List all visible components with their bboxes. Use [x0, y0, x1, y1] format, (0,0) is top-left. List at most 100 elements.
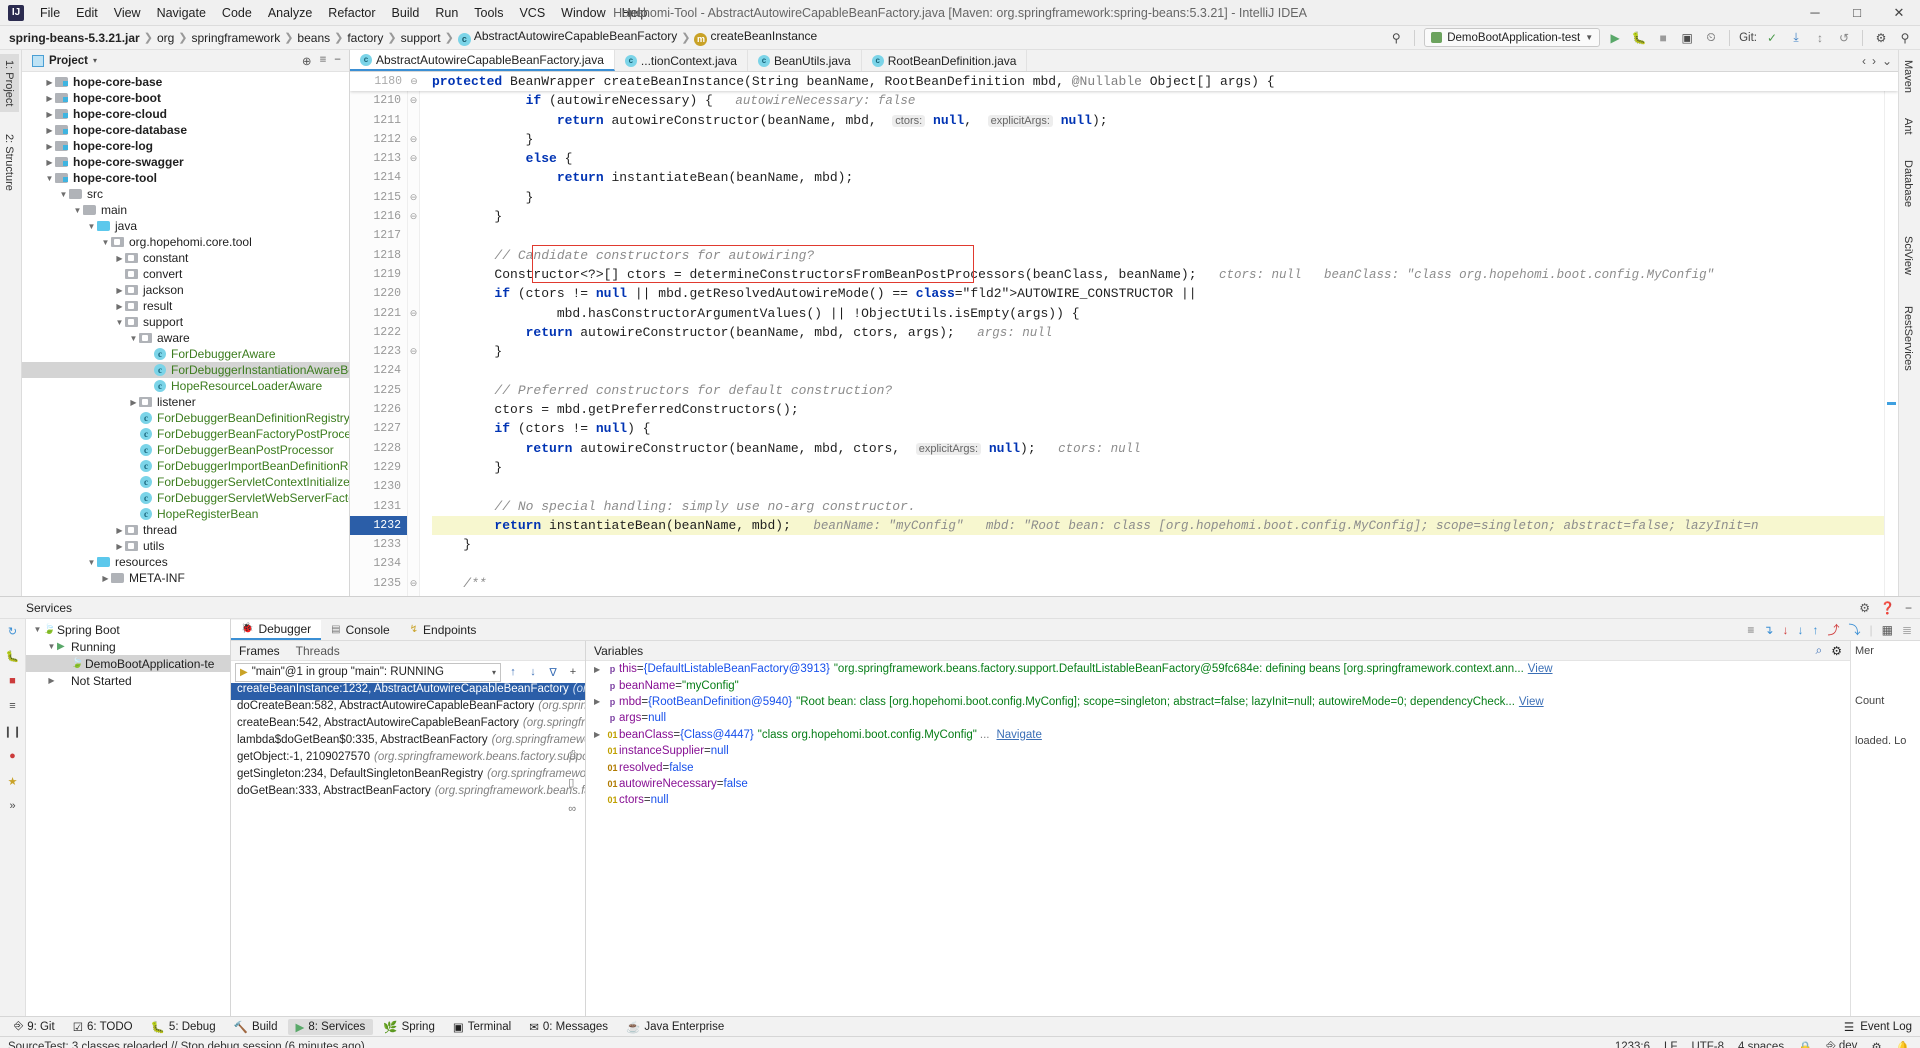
git-history-icon[interactable]: ↺ — [1835, 29, 1853, 47]
menu-code[interactable]: Code — [214, 3, 260, 23]
bottom-tab-spring[interactable]: 🌿 Spring — [375, 1019, 443, 1035]
project-tree-row[interactable]: ▼ java — [22, 218, 349, 234]
editor-tab[interactable]: c AbstractAutowireCapableBeanFactory.java — [350, 50, 615, 71]
code-line[interactable]: if (ctors != null || mbd.getResolvedAuto… — [432, 284, 1884, 303]
code-line[interactable]: if (autowireNecessary) { autowireNecessa… — [432, 91, 1884, 110]
stack-frame-row[interactable]: createBeanInstance:1232, AbstractAutowir… — [231, 683, 585, 700]
project-tree-row[interactable]: ▶ thread — [22, 522, 349, 538]
settings-icon[interactable]: ⚙ — [1872, 29, 1890, 47]
settings-icon[interactable]: ≣ — [1902, 623, 1912, 637]
indent-setting[interactable]: 4 spaces — [1738, 1041, 1784, 1048]
drop-frame-icon[interactable]: ⤴ — [1827, 621, 1839, 638]
caret-position[interactable]: 1233:6 — [1615, 1041, 1650, 1048]
frame-up-icon[interactable]: ↑ — [505, 664, 521, 680]
project-tree-row[interactable]: ▶ hope-core-boot — [22, 90, 349, 106]
menu-view[interactable]: View — [106, 3, 149, 23]
project-tree-row[interactable]: ▶ META-INF — [22, 570, 349, 586]
code-line-current[interactable]: return instantiateBean(beanName, mbd); b… — [432, 515, 1884, 536]
code-line[interactable]: // Candidate constructors for autowiring… — [432, 246, 1884, 265]
chevron-right-icon[interactable]: ▶ — [594, 730, 606, 739]
git-commit-icon[interactable]: ⤓ — [1787, 29, 1805, 47]
fold-icon[interactable]: ⊖ — [408, 574, 419, 593]
fold-icon[interactable]: ⊖ — [408, 207, 419, 226]
stack-frame-row[interactable]: getObject:-1, 2109027570 (org.springframe… — [231, 751, 585, 768]
chevron-right-icon[interactable]: ▶ — [114, 542, 125, 551]
menu-help[interactable]: Help — [614, 3, 656, 23]
variable-row[interactable]: ▶ p mbd = {RootBeanDefinition@5940} "Root b… — [586, 694, 1850, 710]
menu-edit[interactable]: Edit — [68, 3, 106, 23]
code-line[interactable]: return autowireConstructor(beanName, mbd… — [432, 111, 1884, 130]
tab-threads[interactable]: Threads — [296, 644, 340, 658]
branch-indicator[interactable]: ⎆ dev — [1826, 1040, 1857, 1048]
project-tree-row[interactable]: ▶ hope-core-cloud — [22, 106, 349, 122]
stop-icon[interactable]: ■ — [5, 673, 21, 689]
variable-row[interactable]: 01 instanceSupplier = null — [586, 743, 1850, 759]
project-tree-row[interactable]: ▼ main — [22, 202, 349, 218]
git-update-icon[interactable]: ✓ — [1763, 29, 1781, 47]
project-tree-row[interactable]: ▶ HopeRegisterBean — [22, 506, 349, 522]
line-separator[interactable]: LF — [1664, 1041, 1677, 1048]
code-line[interactable] — [432, 361, 1884, 380]
tool-window-restservices[interactable]: RestServices — [1898, 300, 1918, 377]
bottom-tab-debug[interactable]: 🐛 5: Debug — [143, 1019, 224, 1035]
variable-action-link[interactable]: View — [1519, 696, 1544, 708]
menu-vcs[interactable]: VCS — [511, 3, 553, 23]
chevron-right-icon[interactable]: ▶ — [594, 697, 606, 706]
run-configuration-selector[interactable]: DemoBootApplication-test ▼ — [1424, 28, 1601, 47]
bottom-tab-git[interactable]: ⎆ 9: Git — [6, 1019, 63, 1034]
chevron-right-icon[interactable]: ▶ — [114, 526, 125, 535]
services-tree-row[interactable]: ▶ Not Started — [26, 672, 230, 689]
breadcrumb-beans[interactable]: beans — [294, 31, 333, 45]
project-tree-row[interactable]: ▶ ForDebuggerImportBeanDefinitionRegis — [22, 458, 349, 474]
code-line[interactable] — [432, 477, 1884, 496]
project-tree-row[interactable]: ▶ ForDebuggerInstantiationAwareBeanPostP — [22, 362, 349, 378]
variable-row[interactable]: p beanName = "myConfig" — [586, 677, 1850, 693]
editor-marker-bar[interactable] — [1884, 72, 1898, 596]
chevron-right-icon[interactable]: ▶ — [128, 430, 139, 439]
search-everywhere-icon[interactable]: ⚲ — [1896, 29, 1914, 47]
chevron-right-icon[interactable]: ▶ — [44, 78, 55, 87]
debugger-tab[interactable]: ↯ Endpoints — [400, 621, 487, 639]
fold-icon[interactable]: ⊖ — [408, 91, 419, 110]
code-line[interactable]: return autowireConstructor(beanName, mbd… — [432, 323, 1884, 342]
filter-icon[interactable]: ≡ — [5, 698, 21, 714]
stop-button[interactable]: ■ — [1654, 29, 1672, 47]
code-line[interactable]: } — [432, 535, 1884, 554]
services-tree-row[interactable]: ▼ 🍃 Spring Boot — [26, 621, 230, 638]
code-editor[interactable]: 1209121012111212121312141215121612171218… — [350, 72, 1898, 596]
stack-frame-row[interactable]: getSingleton:234, DefaultSingletonBeanRe… — [231, 768, 585, 785]
tab-list-icon[interactable]: ⌄ — [1882, 54, 1892, 68]
frame-settings-icon[interactable]: + — [565, 664, 581, 680]
variables-list[interactable]: ▶ p this = {DefaultListableBeanFactory@391… — [586, 661, 1850, 809]
profiler-icon[interactable]: ⏲ — [1702, 29, 1720, 47]
project-tree-row[interactable]: ▶ result — [22, 298, 349, 314]
thread-dropdown[interactable]: ▶ "main"@1 in group "main": RUNNING ▾ — [235, 662, 501, 682]
locate-file-icon[interactable]: ⊕ — [302, 54, 312, 68]
debug-icon[interactable]: 🐛 — [5, 648, 21, 664]
code-line[interactable]: } — [432, 188, 1884, 207]
chevron-right-icon[interactable]: ▶ — [114, 286, 125, 295]
code-line[interactable]: } — [432, 342, 1884, 361]
project-tree-row[interactable]: ▼ support — [22, 314, 349, 330]
project-tree-row[interactable]: ▶ HopeResourceLoaderAware — [22, 378, 349, 394]
code-line[interactable]: /** — [432, 574, 1884, 593]
variable-action-link[interactable]: View — [1528, 663, 1553, 675]
tool-window-database[interactable]: Database — [1898, 154, 1918, 213]
menu-window[interactable]: Window — [553, 3, 613, 23]
code-line[interactable]: else { — [432, 149, 1884, 168]
search-icon[interactable]: ⌕ — [1816, 643, 1823, 658]
bottom-tab-messages[interactable]: ✉ 0: Messages — [521, 1019, 616, 1035]
project-tree-row[interactable]: ▶ convert — [22, 266, 349, 282]
code-folding-column[interactable]: ⊖⊖⊖⊖⊖⊖⊖⊖⊖ — [408, 72, 420, 596]
minimize-button[interactable]: ─ — [1794, 0, 1836, 26]
editor-tab[interactable]: c ...tionContext.java — [615, 50, 748, 71]
coverage-icon[interactable]: ▣ — [1678, 29, 1696, 47]
code-line[interactable] — [432, 554, 1884, 573]
gear-icon[interactable]: ⚙ — [1831, 644, 1842, 658]
run-button[interactable]: ▶ — [1606, 29, 1624, 47]
breadcrumb-jar[interactable]: spring-beans-5.3.21.jar — [6, 31, 143, 45]
pause-icon[interactable]: ❙❙ — [3, 723, 21, 739]
code-line[interactable]: Constructor<?>[] ctors = determineConstr… — [432, 265, 1884, 284]
project-tree-row[interactable]: ▶ listener — [22, 394, 349, 410]
chevron-right-icon[interactable]: ▶ — [128, 494, 139, 503]
